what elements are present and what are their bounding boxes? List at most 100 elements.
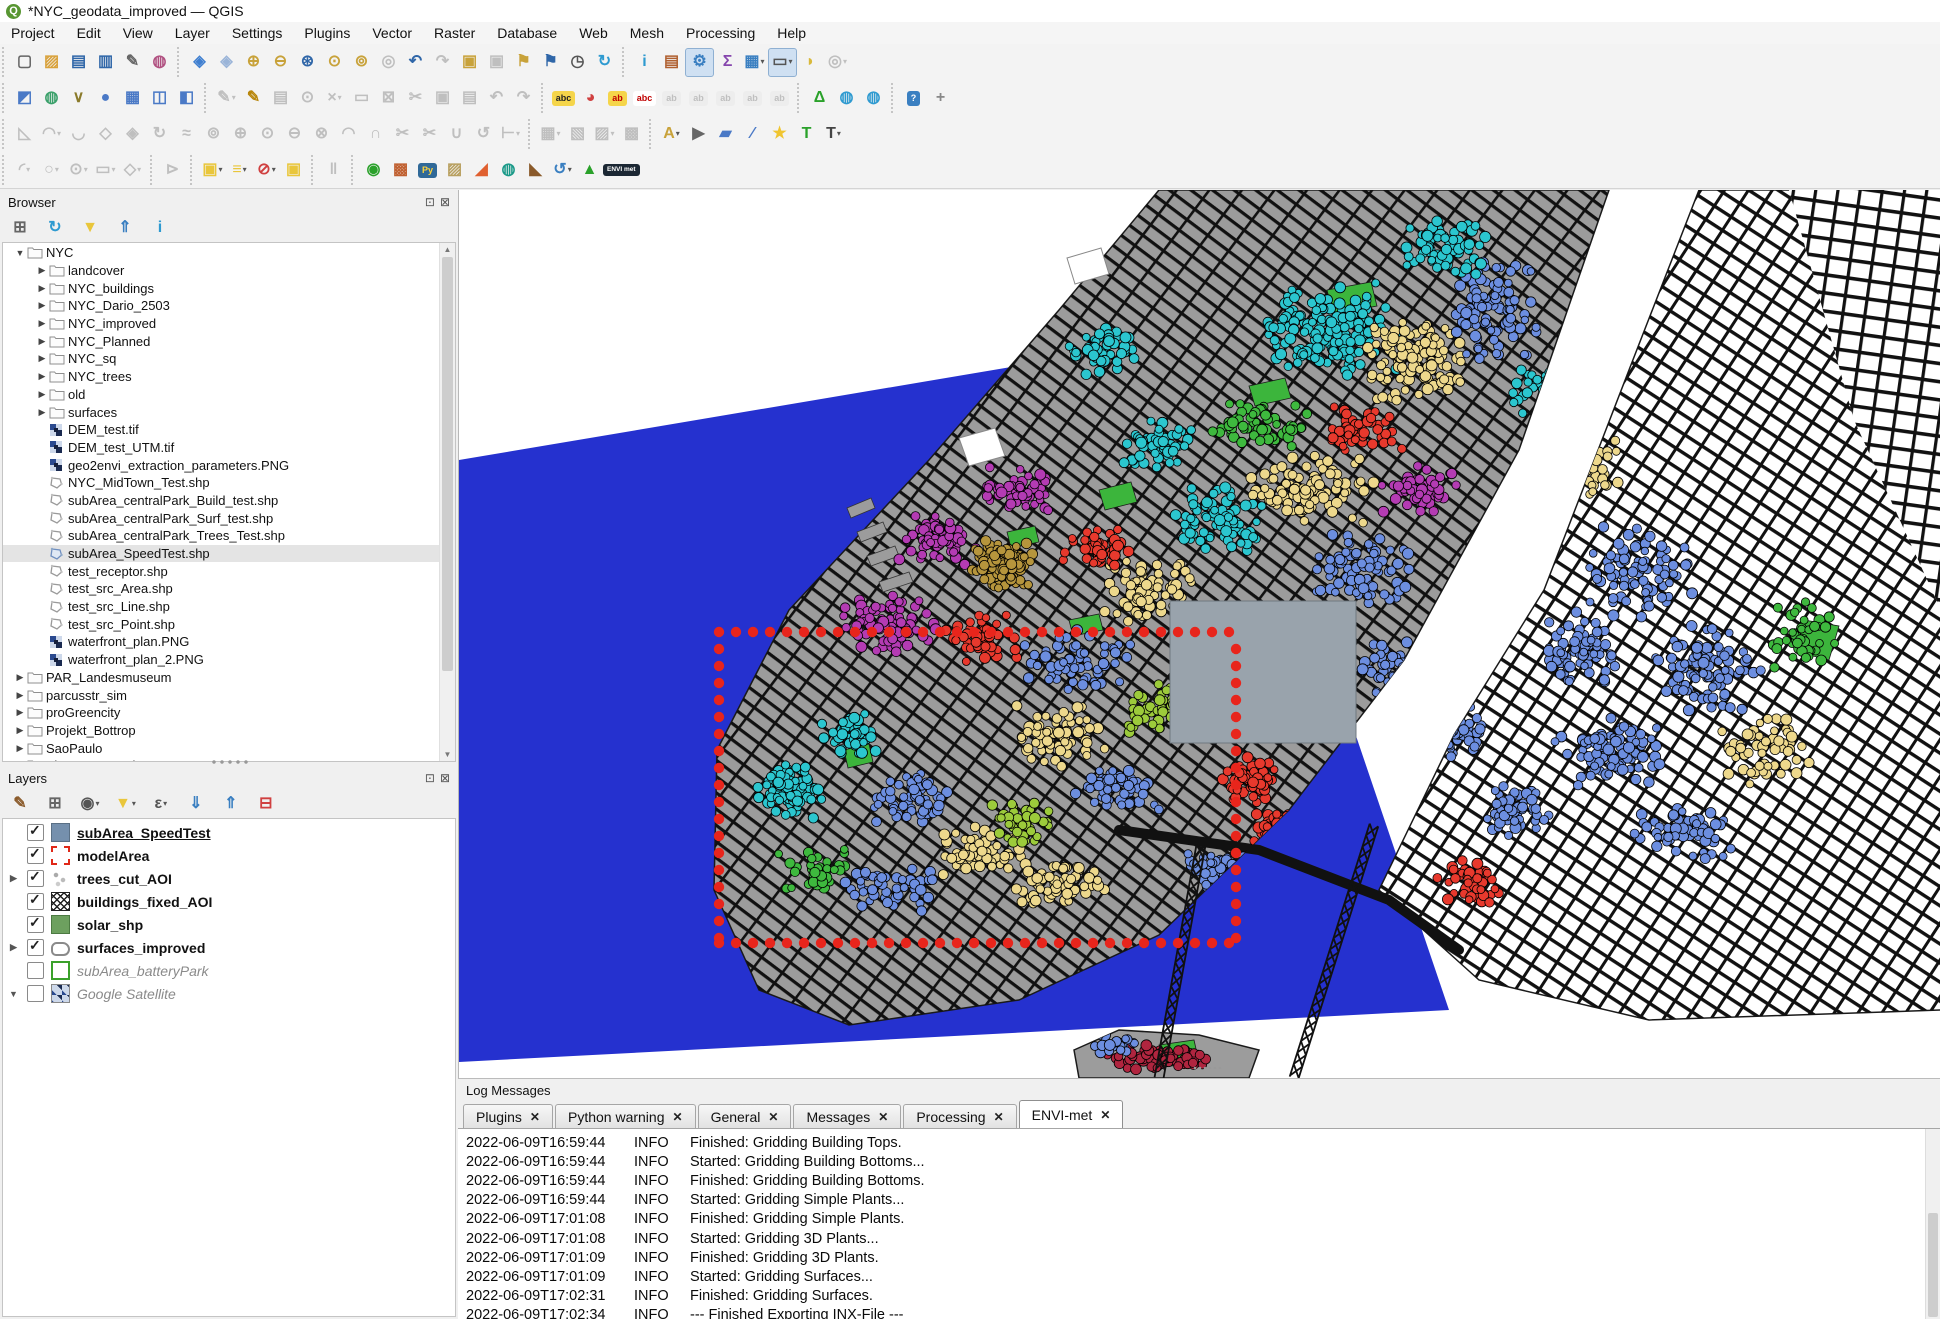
toolbar-change-label-button[interactable]: ab xyxy=(712,85,739,112)
toolbar-raster-histogram-icon[interactable]: ‖ xyxy=(320,157,347,184)
toolbar-add-feature-icon[interactable]: ⊙ xyxy=(294,85,321,112)
toolbar-redo-icon[interactable]: ↷ xyxy=(510,85,537,112)
toolbar-quick-map-services-icon[interactable]: ▩ xyxy=(387,157,414,184)
toolbar-decoration-plugin-icon[interactable]: Δ xyxy=(806,85,833,112)
log-tab-envi-met[interactable]: ENVI-met✕ xyxy=(1019,1100,1124,1128)
layer-visibility-checkbox[interactable] xyxy=(27,962,44,979)
toolbar-zoom-to-layer-icon[interactable]: ⊙ xyxy=(321,49,348,76)
tree-expander-icon[interactable]: ▶ xyxy=(13,707,27,718)
log-tab-python-warning[interactable]: Python warning✕ xyxy=(555,1104,696,1128)
layer-item-subarea-speedtest[interactable]: subArea_SpeedTest xyxy=(3,821,455,844)
menu-processing[interactable]: Processing xyxy=(675,23,766,43)
toolbar-expand-all-icon[interactable]: ⇓ xyxy=(186,794,206,814)
browser-item-nyc-midtown-test-shp[interactable]: NYC_MidTown_Test.shp xyxy=(3,474,455,492)
toolbar-zoom-native-icon[interactable]: ◎ xyxy=(375,49,402,76)
toolbar-curve-polygon-icon[interactable]: ◡ xyxy=(65,121,92,148)
menu-database[interactable]: Database xyxy=(486,23,568,43)
browser-item-nyc-planned[interactable]: ▶NYC_Planned xyxy=(3,332,455,350)
log-tab-general[interactable]: General✕ xyxy=(698,1104,792,1128)
toolbar-zoom-to-selection-icon[interactable]: ⊚ xyxy=(348,49,375,76)
tree-expander-icon[interactable]: ▶ xyxy=(35,300,49,311)
toolbar-add-ring-icon[interactable]: ⊚ xyxy=(200,121,227,148)
toolbar-open-layer-styling-icon[interactable]: ✎ xyxy=(10,794,30,814)
toolbar-python-console-button[interactable]: Py xyxy=(414,157,441,184)
tab-close-icon[interactable]: ✕ xyxy=(530,1110,540,1124)
toolbar-line-annotation-icon[interactable]: ∕ xyxy=(739,121,766,148)
toolbar-globe-plugin-icon[interactable]: ◍ xyxy=(495,157,522,184)
toolbar-show-map-tips-icon[interactable]: ◗ xyxy=(797,49,824,76)
panel-splitter[interactable] xyxy=(210,760,250,764)
toolbar-cad-crosshair-icon[interactable]: + xyxy=(927,85,954,112)
browser-item-waterfront-plan-png[interactable]: waterfront_plan.PNG xyxy=(3,633,455,651)
menu-web[interactable]: Web xyxy=(568,23,619,43)
toolbar-collapse-all-icon[interactable]: ⇑ xyxy=(115,218,135,238)
toolbar-ellipse-center-point-icon[interactable]: ⊙▾ xyxy=(65,157,92,184)
tree-expander-icon[interactable]: ▶ xyxy=(13,690,27,701)
browser-item-parcusstr-sim[interactable]: ▶parcusstr_sim xyxy=(3,686,455,704)
log-scrollbar[interactable] xyxy=(1925,1129,1940,1319)
tree-expander-icon[interactable]: ▶ xyxy=(35,318,49,329)
toolbar-statistical-summary-icon[interactable]: Σ xyxy=(714,49,741,76)
toolbar-deselect-features-icon[interactable]: ⊘▾ xyxy=(253,157,280,184)
toolbar-mesh-selection-icon[interactable]: ▨▾ xyxy=(591,121,618,148)
toolbar-copy-features-icon[interactable]: ▣ xyxy=(429,85,456,112)
tree-expander-icon[interactable]: ▶ xyxy=(35,389,49,400)
layer-visibility-checkbox[interactable] xyxy=(27,939,44,956)
toolbar-new-map-view-icon[interactable]: ▣ xyxy=(456,49,483,76)
toolbar-open-attribute-table-icon[interactable]: ▦▾ xyxy=(741,49,768,76)
toolbar-split-parts-icon[interactable]: ✂ xyxy=(389,121,416,148)
toolbar-add-vector-layer-icon[interactable]: ◩ xyxy=(11,85,38,112)
toolbar-move-annotation-icon[interactable]: ▶ xyxy=(685,121,712,148)
toolbar-mesh-digitizing-icon[interactable]: ▦▾ xyxy=(537,121,564,148)
tab-close-icon[interactable]: ✕ xyxy=(673,1110,683,1124)
tree-expander-icon[interactable]: ▶ xyxy=(13,672,27,683)
layer-item-buildings-fixed-aoi[interactable]: buildings_fixed_AOI xyxy=(3,890,455,913)
browser-item-nyc-trees[interactable]: ▶NYC_trees xyxy=(3,368,455,386)
toolbar-reshape-features-icon[interactable]: ∩ xyxy=(362,121,389,148)
browser-item-test-src-line-shp[interactable]: test_src_Line.shp xyxy=(3,598,455,616)
toolbar-layer-diagram-icon[interactable]: ◕ xyxy=(577,85,604,112)
toolbar-web-globe-icon[interactable]: ◍ xyxy=(860,85,887,112)
toolbar-new-print-layout-icon[interactable]: ✎ xyxy=(119,49,146,76)
toolbar-manage-map-themes-icon[interactable]: ◉▾ xyxy=(80,794,100,814)
toolbar-split-features-icon[interactable]: ✂ xyxy=(416,121,443,148)
toolbar-pan-to-selection-icon[interactable]: ◈ xyxy=(213,49,240,76)
toolbar-filter-legend-icon[interactable]: ▼▾ xyxy=(115,794,136,814)
toolbar-metasearch-globe-icon[interactable]: ◍ xyxy=(833,85,860,112)
toolbar-circular-string-radius-icon[interactable]: ◜▾ xyxy=(11,157,38,184)
toolbar-copy-move-feature-icon[interactable]: ◈ xyxy=(119,121,146,148)
menu-edit[interactable]: Edit xyxy=(66,23,112,43)
toolbar-select-features-icon[interactable]: ▣▾ xyxy=(199,157,226,184)
browser-float-icon[interactable]: ⊡ xyxy=(425,195,435,209)
layer-item-google-satellite[interactable]: ▼Google Satellite xyxy=(3,982,455,1005)
toolbar-zoom-in-icon[interactable]: ⊕ xyxy=(240,49,267,76)
toolbar-rotate-label-button[interactable]: ab xyxy=(685,85,712,112)
tab-close-icon[interactable]: ✕ xyxy=(878,1110,888,1124)
toolbar-collapse-all-layers-icon[interactable]: ⇑ xyxy=(221,794,241,814)
tree-expander-icon[interactable]: ▶ xyxy=(35,407,49,418)
layer-item-solar-shp[interactable]: solar_shp xyxy=(3,913,455,936)
tree-expander-icon[interactable]: ▶ xyxy=(35,283,49,294)
toolbar-rotate-point-symbols-icon[interactable]: ↺ xyxy=(470,121,497,148)
toolbar-paste-features-icon[interactable]: ▤ xyxy=(456,85,483,112)
layer-item-surfaces-improved[interactable]: ▶surfaces_improved xyxy=(3,936,455,959)
menu-raster[interactable]: Raster xyxy=(423,23,486,43)
browser-item-test-src-area-shp[interactable]: test_src_Area.shp xyxy=(3,580,455,598)
menu-project[interactable]: Project xyxy=(0,23,66,43)
toolbar-zoom-last-icon[interactable]: ↶ xyxy=(402,49,429,76)
toolbar-show-spatial-bookmarks-icon[interactable]: ⚑ xyxy=(537,49,564,76)
toolbar-point-text-annotation-icon[interactable]: T xyxy=(793,121,820,148)
toolbar-offset-curve-icon[interactable]: ◠ xyxy=(335,121,362,148)
toolbar-zoom-next-icon[interactable]: ↷ xyxy=(429,49,456,76)
toolbar-add-delimited-text-layer-icon[interactable]: ∨ xyxy=(65,85,92,112)
toolbar-trim-extend-icon[interactable]: ⊢▾ xyxy=(497,121,524,148)
toolbar-marker-annotation-icon[interactable]: ★ xyxy=(766,121,793,148)
browser-item-test-receptor-shp[interactable]: test_receptor.shp xyxy=(3,562,455,580)
toolbar-add-raster-layer-icon[interactable]: ◍ xyxy=(38,85,65,112)
browser-item-saopaulo[interactable]: ▶SaoPaulo xyxy=(3,739,455,757)
layer-visibility-checkbox[interactable] xyxy=(27,824,44,841)
browser-item-waterfront-plan-2-png[interactable]: waterfront_plan_2.PNG xyxy=(3,651,455,669)
toolbar-temporal-controller-icon[interactable]: ◷ xyxy=(564,49,591,76)
toolbar-style-manager-icon[interactable]: ◍ xyxy=(146,49,173,76)
browser-item-landcover[interactable]: ▶landcover xyxy=(3,262,455,280)
